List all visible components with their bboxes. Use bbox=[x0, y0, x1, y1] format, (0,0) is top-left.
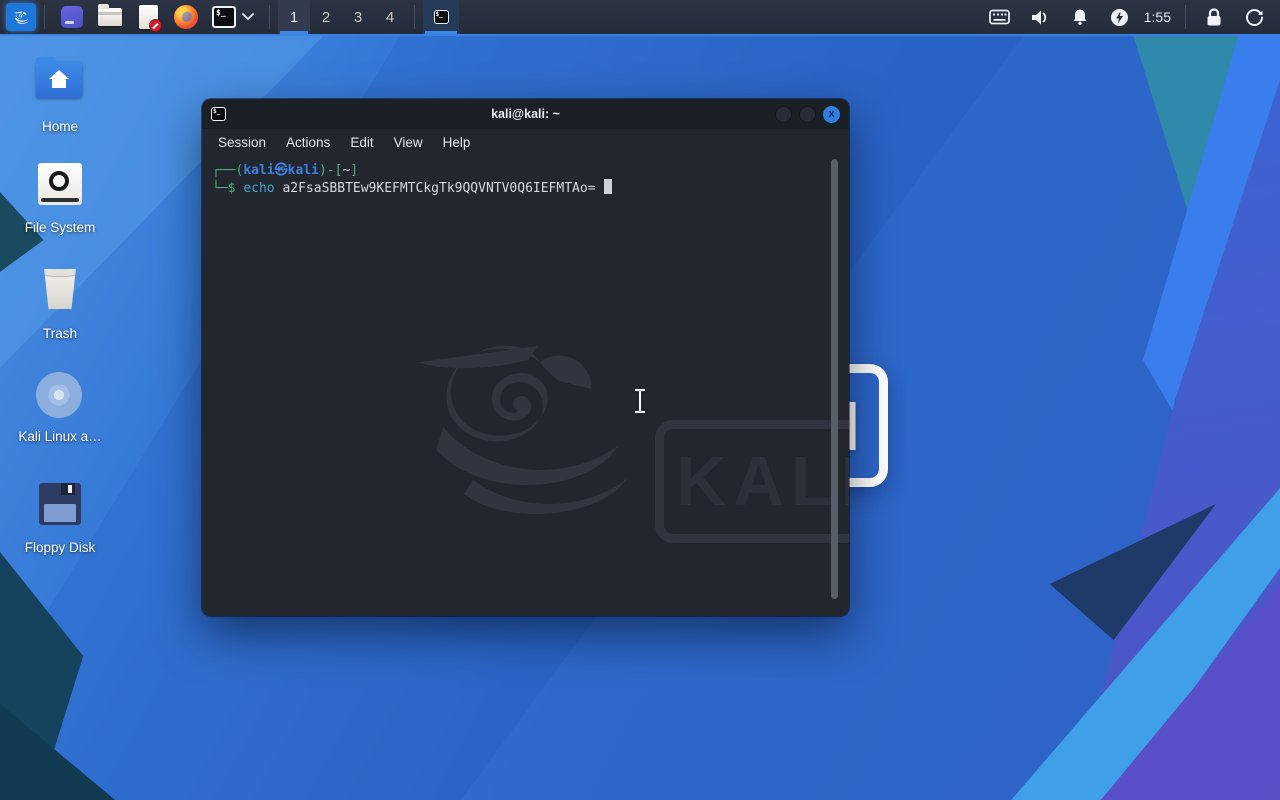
bell-icon bbox=[1073, 9, 1087, 25]
command-text: echo bbox=[243, 181, 275, 196]
volume-control[interactable] bbox=[1029, 6, 1051, 28]
taskbar-terminal-window[interactable]: $_ bbox=[423, 0, 459, 34]
kali-dragon-watermark bbox=[367, 280, 667, 560]
panel-divider bbox=[414, 5, 415, 29]
terminal-icon: $_ bbox=[212, 6, 236, 28]
desktop-icon-trash[interactable]: Trash bbox=[12, 266, 108, 341]
close-button[interactable]: x bbox=[823, 105, 840, 123]
trash-can-icon bbox=[36, 269, 84, 317]
appfinder-launcher[interactable] bbox=[60, 5, 84, 29]
menu-edit[interactable]: Edit bbox=[340, 135, 383, 150]
terminal-cursor bbox=[603, 179, 612, 194]
workspace-1[interactable]: 1 bbox=[278, 0, 310, 34]
lock-icon bbox=[1207, 7, 1221, 25]
chevron-down-icon bbox=[242, 13, 254, 21]
notifications[interactable] bbox=[1069, 6, 1091, 28]
panel-divider bbox=[44, 5, 45, 29]
desktop-icon-label: Floppy Disk bbox=[24, 540, 96, 555]
keyboard-indicator[interactable] bbox=[989, 6, 1011, 28]
terminal-menubar: Session Actions Edit View Help bbox=[202, 129, 849, 155]
folder-icon bbox=[98, 4, 122, 26]
logout-arrow-icon bbox=[1245, 8, 1263, 26]
wallpaper-top-strip bbox=[0, 34, 1280, 36]
clock[interactable]: 1:55 bbox=[1144, 9, 1171, 25]
menu-actions[interactable]: Actions bbox=[276, 135, 340, 150]
prompt-host: kali bbox=[287, 163, 319, 178]
power-manager[interactable] bbox=[1109, 6, 1131, 28]
file-manager-launcher[interactable] bbox=[98, 4, 122, 29]
desktop-root: KALI Home File System Trash Kali Linux a… bbox=[0, 0, 1280, 800]
workspace-3[interactable]: 3 bbox=[342, 0, 374, 34]
hard-drive-icon bbox=[36, 163, 84, 211]
text-editor-launcher[interactable] bbox=[136, 5, 162, 32]
keyboard-icon bbox=[989, 9, 1011, 25]
desktop-icon-kali-linux[interactable]: Kali Linux a… bbox=[12, 372, 108, 444]
panel-divider bbox=[1185, 5, 1186, 29]
prompt-line-2: └─$ echo a2FsaSBBTEw9KEFMTCkgTk9QQVNTV0Q… bbox=[212, 179, 849, 197]
minimize-button[interactable] bbox=[775, 105, 792, 123]
prompt-separator: ㉿ bbox=[274, 163, 288, 178]
terminal-window: kali@kali: ~ $_ x Session Actions Edit V… bbox=[202, 99, 849, 616]
terminal-scrollbar[interactable] bbox=[831, 159, 838, 599]
panel-divider bbox=[269, 5, 270, 29]
kali-badge-ghost: KALI bbox=[655, 420, 849, 543]
top-panel: $_ 1 2 3 4 $_ 1:55 bbox=[0, 0, 1280, 34]
workspace-switcher: 1 2 3 4 bbox=[278, 0, 406, 34]
prompt-frame: └─$ bbox=[212, 181, 236, 196]
prompt-frame: )-[ bbox=[318, 163, 343, 178]
desktop-icon-file-system[interactable]: File System bbox=[12, 160, 108, 235]
kali-logo-icon bbox=[10, 7, 32, 27]
app-window-icon bbox=[61, 6, 83, 28]
window-titlebar[interactable]: kali@kali: ~ $_ x bbox=[202, 99, 849, 129]
desktop-icon-label: Trash bbox=[42, 326, 77, 341]
firefox-icon bbox=[174, 5, 198, 29]
menu-session[interactable]: Session bbox=[208, 135, 276, 150]
document-edit-icon bbox=[138, 5, 162, 32]
cd-disc-icon bbox=[36, 372, 84, 420]
window-title: kali@kali: ~ bbox=[491, 107, 560, 121]
prompt-user: kali bbox=[243, 163, 275, 178]
command-argument: a2FsaSBBTEw9KEFMTCkgTk9QQVNTV0Q6IEFMTAo= bbox=[282, 181, 596, 196]
battery-power-icon bbox=[1111, 8, 1129, 26]
prompt-frame: ┌──( bbox=[212, 163, 244, 178]
floppy-disk-icon bbox=[36, 483, 84, 531]
menu-help[interactable]: Help bbox=[433, 135, 481, 150]
applications-menu-button[interactable] bbox=[6, 3, 36, 31]
firefox-launcher[interactable] bbox=[174, 5, 198, 29]
desktop-icon-label: Home bbox=[41, 119, 78, 134]
workspace-4[interactable]: 4 bbox=[374, 0, 406, 34]
speaker-icon bbox=[1031, 10, 1046, 24]
terminal-icon: $_ bbox=[433, 10, 449, 24]
prompt-line-1: ┌──(kali㉿kali)-[~] bbox=[212, 162, 849, 179]
home-folder-icon bbox=[36, 57, 84, 110]
terminal-launcher[interactable]: $_ bbox=[212, 5, 254, 29]
terminal-content[interactable]: KALI ┌──(kali㉿kali)-[~] └─$ echo a2FsaSB… bbox=[202, 155, 849, 616]
lock-screen-button[interactable] bbox=[1203, 6, 1225, 28]
logout-button[interactable] bbox=[1243, 6, 1265, 28]
prompt-frame: ] bbox=[350, 163, 359, 178]
desktop-icon-label: Kali Linux a… bbox=[18, 429, 102, 444]
maximize-button[interactable] bbox=[799, 105, 816, 123]
system-tray: 1:55 bbox=[980, 5, 1274, 29]
menu-view[interactable]: View bbox=[384, 135, 433, 150]
desktop-icon-home[interactable]: Home bbox=[12, 54, 108, 134]
desktop-icon-label: File System bbox=[24, 220, 96, 235]
desktop-icon-floppy-disk[interactable]: Floppy Disk bbox=[12, 480, 108, 555]
workspace-2[interactable]: 2 bbox=[310, 0, 342, 34]
mouse-ibeam-cursor bbox=[635, 388, 645, 414]
